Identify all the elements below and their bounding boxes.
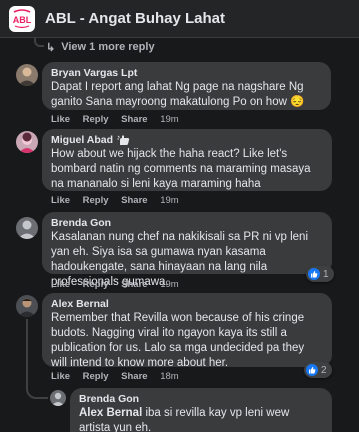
view-more-label: View 1 more reply: [61, 41, 155, 53]
comment-text: How about we hijack the haha react? Like…: [51, 148, 311, 190]
svg-text:ABL: ABL: [13, 15, 32, 25]
reply-button[interactable]: Reply: [83, 279, 109, 290]
page-header: ABL ABL - Angat Buhay Lahat: [0, 0, 359, 38]
like-button[interactable]: Like: [51, 114, 70, 125]
comment-timestamp[interactable]: 19m: [160, 279, 178, 290]
comment-author-row: Miguel Abad: [51, 134, 323, 146]
avatar[interactable]: [16, 217, 38, 239]
reaction-count: 1: [323, 268, 329, 280]
thread-line: [26, 319, 28, 379]
top-fan-badge-icon[interactable]: [117, 134, 131, 146]
reply-author[interactable]: Brenda Gon: [79, 393, 323, 405]
like-reaction-icon: [306, 364, 318, 376]
share-button[interactable]: Share: [121, 279, 147, 290]
like-button[interactable]: Like: [51, 195, 70, 206]
comment-bubble: Bryan Vargas Lpt Dapat I report ang laha…: [42, 62, 331, 110]
comment-timestamp[interactable]: 19m: [160, 114, 178, 125]
avatar[interactable]: [16, 295, 38, 317]
page-title[interactable]: ABL - Angat Buhay Lahat: [45, 10, 225, 27]
share-button[interactable]: Share: [121, 114, 147, 125]
thread-connector: [34, 38, 44, 47]
comment-author[interactable]: Bryan Vargas Lpt: [51, 67, 322, 79]
reaction-summary[interactable]: 1: [306, 266, 334, 282]
avatar[interactable]: [50, 390, 66, 406]
avatar[interactable]: [16, 64, 38, 86]
reaction-summary[interactable]: 2: [304, 362, 332, 378]
comment-bubble: Brenda Gon Kasalanan nung chef na nakiki…: [42, 212, 332, 288]
comment-actions: Like Reply Share 19m: [51, 279, 189, 290]
comment-actions: Like Reply Share 19m: [51, 195, 189, 206]
reaction-count: 2: [321, 364, 327, 376]
like-reaction-icon: [308, 268, 320, 280]
reply-arrow-icon: ↳: [46, 41, 56, 54]
like-button[interactable]: Like: [51, 371, 70, 382]
comment-text: Dapat I report ang lahat Ng page na nags…: [51, 81, 305, 108]
reply-connector: [26, 379, 48, 399]
avatar[interactable]: [16, 131, 38, 153]
comment-timestamp[interactable]: 19m: [160, 195, 178, 206]
comment-actions: Like Reply Share 18m: [51, 371, 189, 382]
comment-author[interactable]: Brenda Gon: [51, 217, 323, 229]
comment-bubble: Alex Bernal Remember that Revilla won be…: [42, 293, 332, 369]
comment-author[interactable]: Alex Bernal: [51, 298, 323, 310]
comment-bubble: Miguel Abad How about we hijack the haha…: [42, 129, 332, 191]
reply-text: Alex Bernal iba si revilla kay vp leni w…: [79, 406, 323, 432]
reply-button[interactable]: Reply: [83, 114, 109, 125]
comment-author[interactable]: Miguel Abad: [51, 134, 113, 146]
share-button[interactable]: Share: [121, 195, 147, 206]
share-button[interactable]: Share: [121, 371, 147, 382]
like-button[interactable]: Like: [51, 279, 70, 290]
page-logo[interactable]: ABL: [9, 5, 35, 32]
reply-button[interactable]: Reply: [83, 371, 109, 382]
reply-button[interactable]: Reply: [83, 195, 109, 206]
comment-timestamp[interactable]: 18m: [160, 371, 178, 382]
comment-text: Remember that Revilla won because of his…: [51, 312, 305, 369]
comment-actions: Like Reply Share 19m: [51, 114, 189, 125]
reply-bubble: Brenda Gon Alex Bernal iba si revilla ka…: [70, 388, 332, 432]
mention-link[interactable]: Alex Bernal: [79, 407, 142, 419]
view-more-replies-link[interactable]: ↳ View 1 more reply: [34, 38, 155, 56]
